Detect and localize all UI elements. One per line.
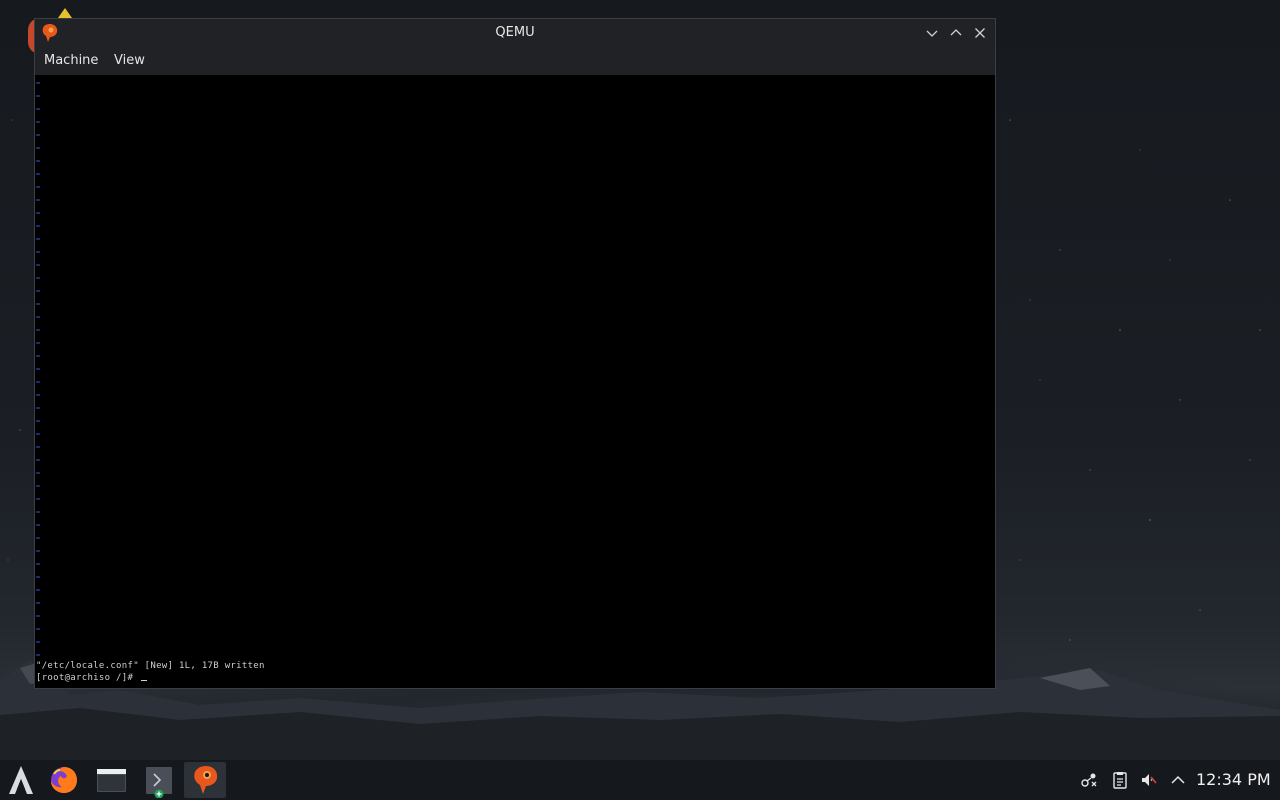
vm-console[interactable]: "/etc/locale.conf" [New] 1L, 17B written… [35, 75, 995, 688]
clipboard-icon[interactable] [1110, 770, 1130, 790]
file-manager-button[interactable] [90, 762, 132, 798]
qemu-window[interactable]: QEMU Machine View "/etc/locale.conf" [Ne… [34, 18, 996, 689]
system-clock[interactable]: 12:34 PM [1196, 770, 1276, 789]
tray-expand-glyph-icon [1171, 775, 1185, 784]
shell-prompt: [root@archiso /]# [36, 673, 139, 683]
network-icon[interactable] [1079, 770, 1099, 790]
clipboard-glyph-icon [1113, 772, 1127, 789]
volume-glyph-icon [1142, 774, 1157, 786]
desktop-shortcut-badge-icon [58, 8, 72, 18]
maximize-icon [950, 29, 962, 36]
terminal-icon [146, 767, 172, 799]
app-launcher-icon [9, 766, 33, 794]
terminal-button[interactable] [137, 762, 179, 799]
minimize-icon [926, 30, 938, 37]
window-title: QEMU [495, 25, 535, 40]
console-prompt-line: [root@archiso /]# [36, 673, 147, 683]
file-manager-icon [97, 769, 126, 792]
firefox-button[interactable] [43, 762, 85, 798]
text-cursor [140, 680, 147, 681]
qemu-icon [194, 766, 218, 794]
window-titlebar[interactable]: QEMU [35, 19, 995, 47]
console-status-line: "/etc/locale.conf" [New] 1L, 17B written [36, 661, 265, 671]
menu-bar: Machine View [35, 47, 995, 75]
app-launcher-button[interactable] [0, 762, 42, 798]
desktop: QEMU Machine View "/etc/locale.conf" [Ne… [0, 0, 1280, 800]
chevron-up-icon[interactable] [1168, 770, 1188, 790]
menu-view[interactable]: View [114, 53, 145, 68]
volume-muted-icon[interactable] [1139, 770, 1159, 790]
close-icon [975, 28, 985, 38]
network-glyph-icon [1081, 773, 1097, 787]
qemu-task-button[interactable] [184, 762, 226, 798]
minimize-button[interactable] [923, 24, 941, 42]
firefox-icon [51, 767, 77, 793]
taskbar: 12:34 PM [0, 760, 1280, 800]
vim-tilde-column [36, 82, 40, 656]
menu-machine[interactable]: Machine [44, 53, 98, 68]
close-button[interactable] [971, 24, 989, 42]
maximize-button[interactable] [947, 24, 965, 42]
